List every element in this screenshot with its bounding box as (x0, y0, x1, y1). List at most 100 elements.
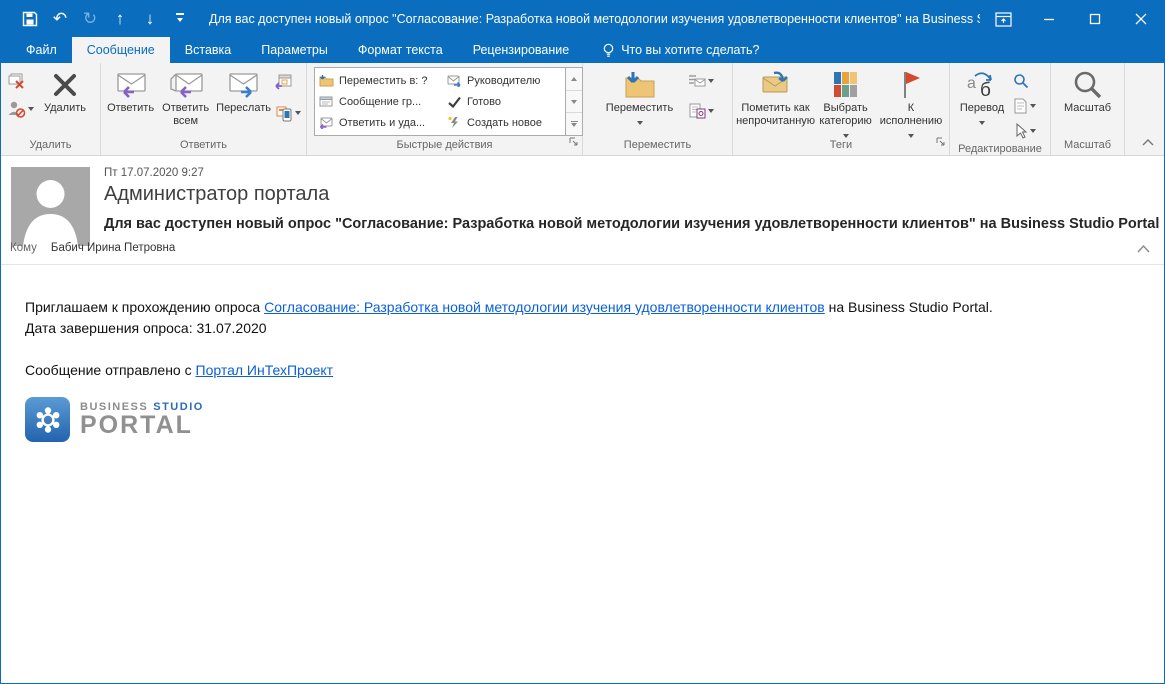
undo-icon: ↶ (53, 9, 67, 29)
quick-step-reply-delete[interactable]: Ответить и уда... (319, 112, 447, 133)
folder-move-icon (319, 74, 334, 87)
forward-label: Переслать (216, 102, 271, 115)
dropdown-caret-icon (979, 121, 985, 125)
reply-button[interactable]: Ответить (104, 67, 157, 115)
flag-icon (899, 70, 923, 100)
close-icon (1135, 13, 1147, 25)
portal-link[interactable]: Портал ИнТехПроект (196, 362, 334, 378)
ignore-button[interactable] (6, 71, 34, 91)
quick-steps-dialog-launcher[interactable] (569, 134, 579, 152)
gallery-scrollbar (565, 68, 582, 135)
mark-unread-button[interactable]: Пометить как непрочитанную (736, 67, 815, 128)
junk-button[interactable] (6, 99, 34, 119)
categorize-label: Выбрать категорию (815, 102, 876, 128)
quick-step-team-message[interactable]: Сообщение гр... (319, 91, 447, 112)
recipient-name[interactable]: Бабич Ирина Петровна (51, 242, 175, 254)
lightning-icon (447, 116, 462, 129)
collapse-ribbon-button[interactable] (1142, 133, 1154, 151)
logo-text: BUSINESSSTUDIO PORTAL (80, 401, 204, 438)
tell-me-box[interactable]: Что вы хотите сделать? (590, 37, 771, 63)
previous-item-button[interactable]: ↑ (105, 4, 135, 34)
tab-options[interactable]: Параметры (246, 37, 343, 63)
minimize-button[interactable] (1026, 1, 1072, 37)
dropdown-caret-icon (637, 121, 643, 125)
ribbon-group-quick-steps: Переместить в: ? Руководителю Сообщение … (307, 63, 583, 155)
tab-insert[interactable]: Вставка (170, 37, 246, 63)
to-label: Кому (10, 242, 37, 254)
dialog-launcher-icon (936, 137, 946, 147)
quick-step-create-new[interactable]: Создать новое (447, 112, 565, 133)
next-item-button[interactable]: ↓ (135, 4, 165, 34)
tab-message[interactable]: Сообщение (72, 37, 170, 63)
undo-button[interactable]: ↶ (45, 4, 75, 34)
redo-button[interactable]: ↻ (75, 4, 105, 34)
follow-up-label: К исполнению (876, 102, 946, 128)
group-label-editing: Редактирование (950, 141, 1050, 157)
rules-button[interactable] (688, 71, 714, 91)
cursor-icon (1013, 123, 1028, 139)
collapse-header-button[interactable] (1137, 240, 1150, 258)
document-icon (1013, 98, 1028, 114)
redo-icon: ↻ (83, 9, 97, 29)
title-bar: ↶ ↻ ↑ ↓ Для вас доступен новый опрос "Со… (1, 1, 1164, 37)
reply-label: Ответить (107, 102, 154, 115)
reply-all-button[interactable]: Ответить всем (157, 67, 214, 128)
message-sender[interactable]: Администратор портала (104, 183, 329, 206)
ribbon-group-move: Переместить Переместить (583, 63, 733, 155)
gallery-more-icon (571, 121, 578, 128)
gallery-more-button[interactable] (566, 113, 582, 135)
zoom-button[interactable]: Масштаб (1056, 67, 1120, 115)
deadline-line: Дата завершения опроса: 31.07.2020 (25, 318, 1140, 339)
forward-button[interactable]: Переслать (214, 67, 273, 115)
maximize-button[interactable] (1072, 1, 1118, 37)
onenote-button[interactable] (688, 101, 714, 121)
delete-button[interactable]: Удалить (36, 67, 94, 115)
related-button[interactable] (1013, 96, 1036, 116)
message-icon (319, 96, 334, 108)
ribbon-group-tags: Пометить как непрочитанную Выбрать катег… (733, 63, 950, 155)
sender-avatar[interactable] (11, 167, 90, 246)
quick-step-to-manager[interactable]: Руководителю (447, 70, 565, 91)
quick-step-move-to[interactable]: Переместить в: ? (319, 70, 447, 91)
follow-up-button[interactable]: К исполнению (876, 67, 946, 136)
logo-portal: PORTAL (80, 413, 204, 438)
save-button[interactable] (15, 4, 45, 34)
block-sender-icon (6, 99, 26, 119)
translate-button[interactable]: аб Перевод (953, 67, 1011, 123)
close-button[interactable] (1118, 1, 1164, 37)
select-button[interactable] (1013, 121, 1036, 141)
categorize-button[interactable]: Выбрать категорию (815, 67, 876, 136)
im-icon (275, 104, 293, 122)
find-button[interactable] (1013, 71, 1036, 91)
tags-dialog-launcher[interactable] (936, 134, 946, 152)
ribbon-group-editing: аб Перевод (950, 63, 1051, 155)
translate-label: Перевод (960, 102, 1004, 115)
customize-qat-button[interactable] (165, 4, 195, 34)
ribbon-group-delete: Удалить Удалить (1, 63, 101, 155)
move-button[interactable]: Переместить (600, 67, 680, 123)
save-icon (22, 11, 38, 27)
envelope-forward-icon (447, 75, 462, 87)
ribbon-group-zoom: Масштаб Масштаб (1051, 63, 1125, 155)
chevron-up-icon (1142, 138, 1154, 146)
survey-link[interactable]: Согласование: Разработка новой методолог… (264, 299, 825, 315)
group-label-respond: Ответить (101, 137, 306, 155)
message-date: Пт 17.07.2020 9:27 (104, 167, 204, 179)
group-label-tags: Теги (733, 137, 949, 155)
tab-review[interactable]: Рецензирование (458, 37, 585, 63)
ribbon-display-options-button[interactable] (980, 1, 1026, 37)
meeting-button[interactable] (275, 71, 301, 91)
svg-text:а: а (967, 75, 976, 92)
im-button[interactable] (275, 103, 301, 123)
dropdown-caret-icon (708, 109, 714, 113)
triangle-up-icon (571, 77, 577, 81)
ignore-icon (6, 71, 26, 91)
gallery-scroll-up[interactable] (566, 68, 582, 91)
tab-file[interactable]: Файл (11, 37, 72, 63)
quick-step-done[interactable]: Готово (447, 91, 565, 112)
meeting-icon (275, 72, 293, 90)
quick-step-label: Руководителю (467, 75, 540, 87)
gallery-scroll-down[interactable] (566, 91, 582, 114)
reply-all-envelope-icon (168, 72, 204, 98)
tab-format-text[interactable]: Формат текста (343, 37, 458, 63)
